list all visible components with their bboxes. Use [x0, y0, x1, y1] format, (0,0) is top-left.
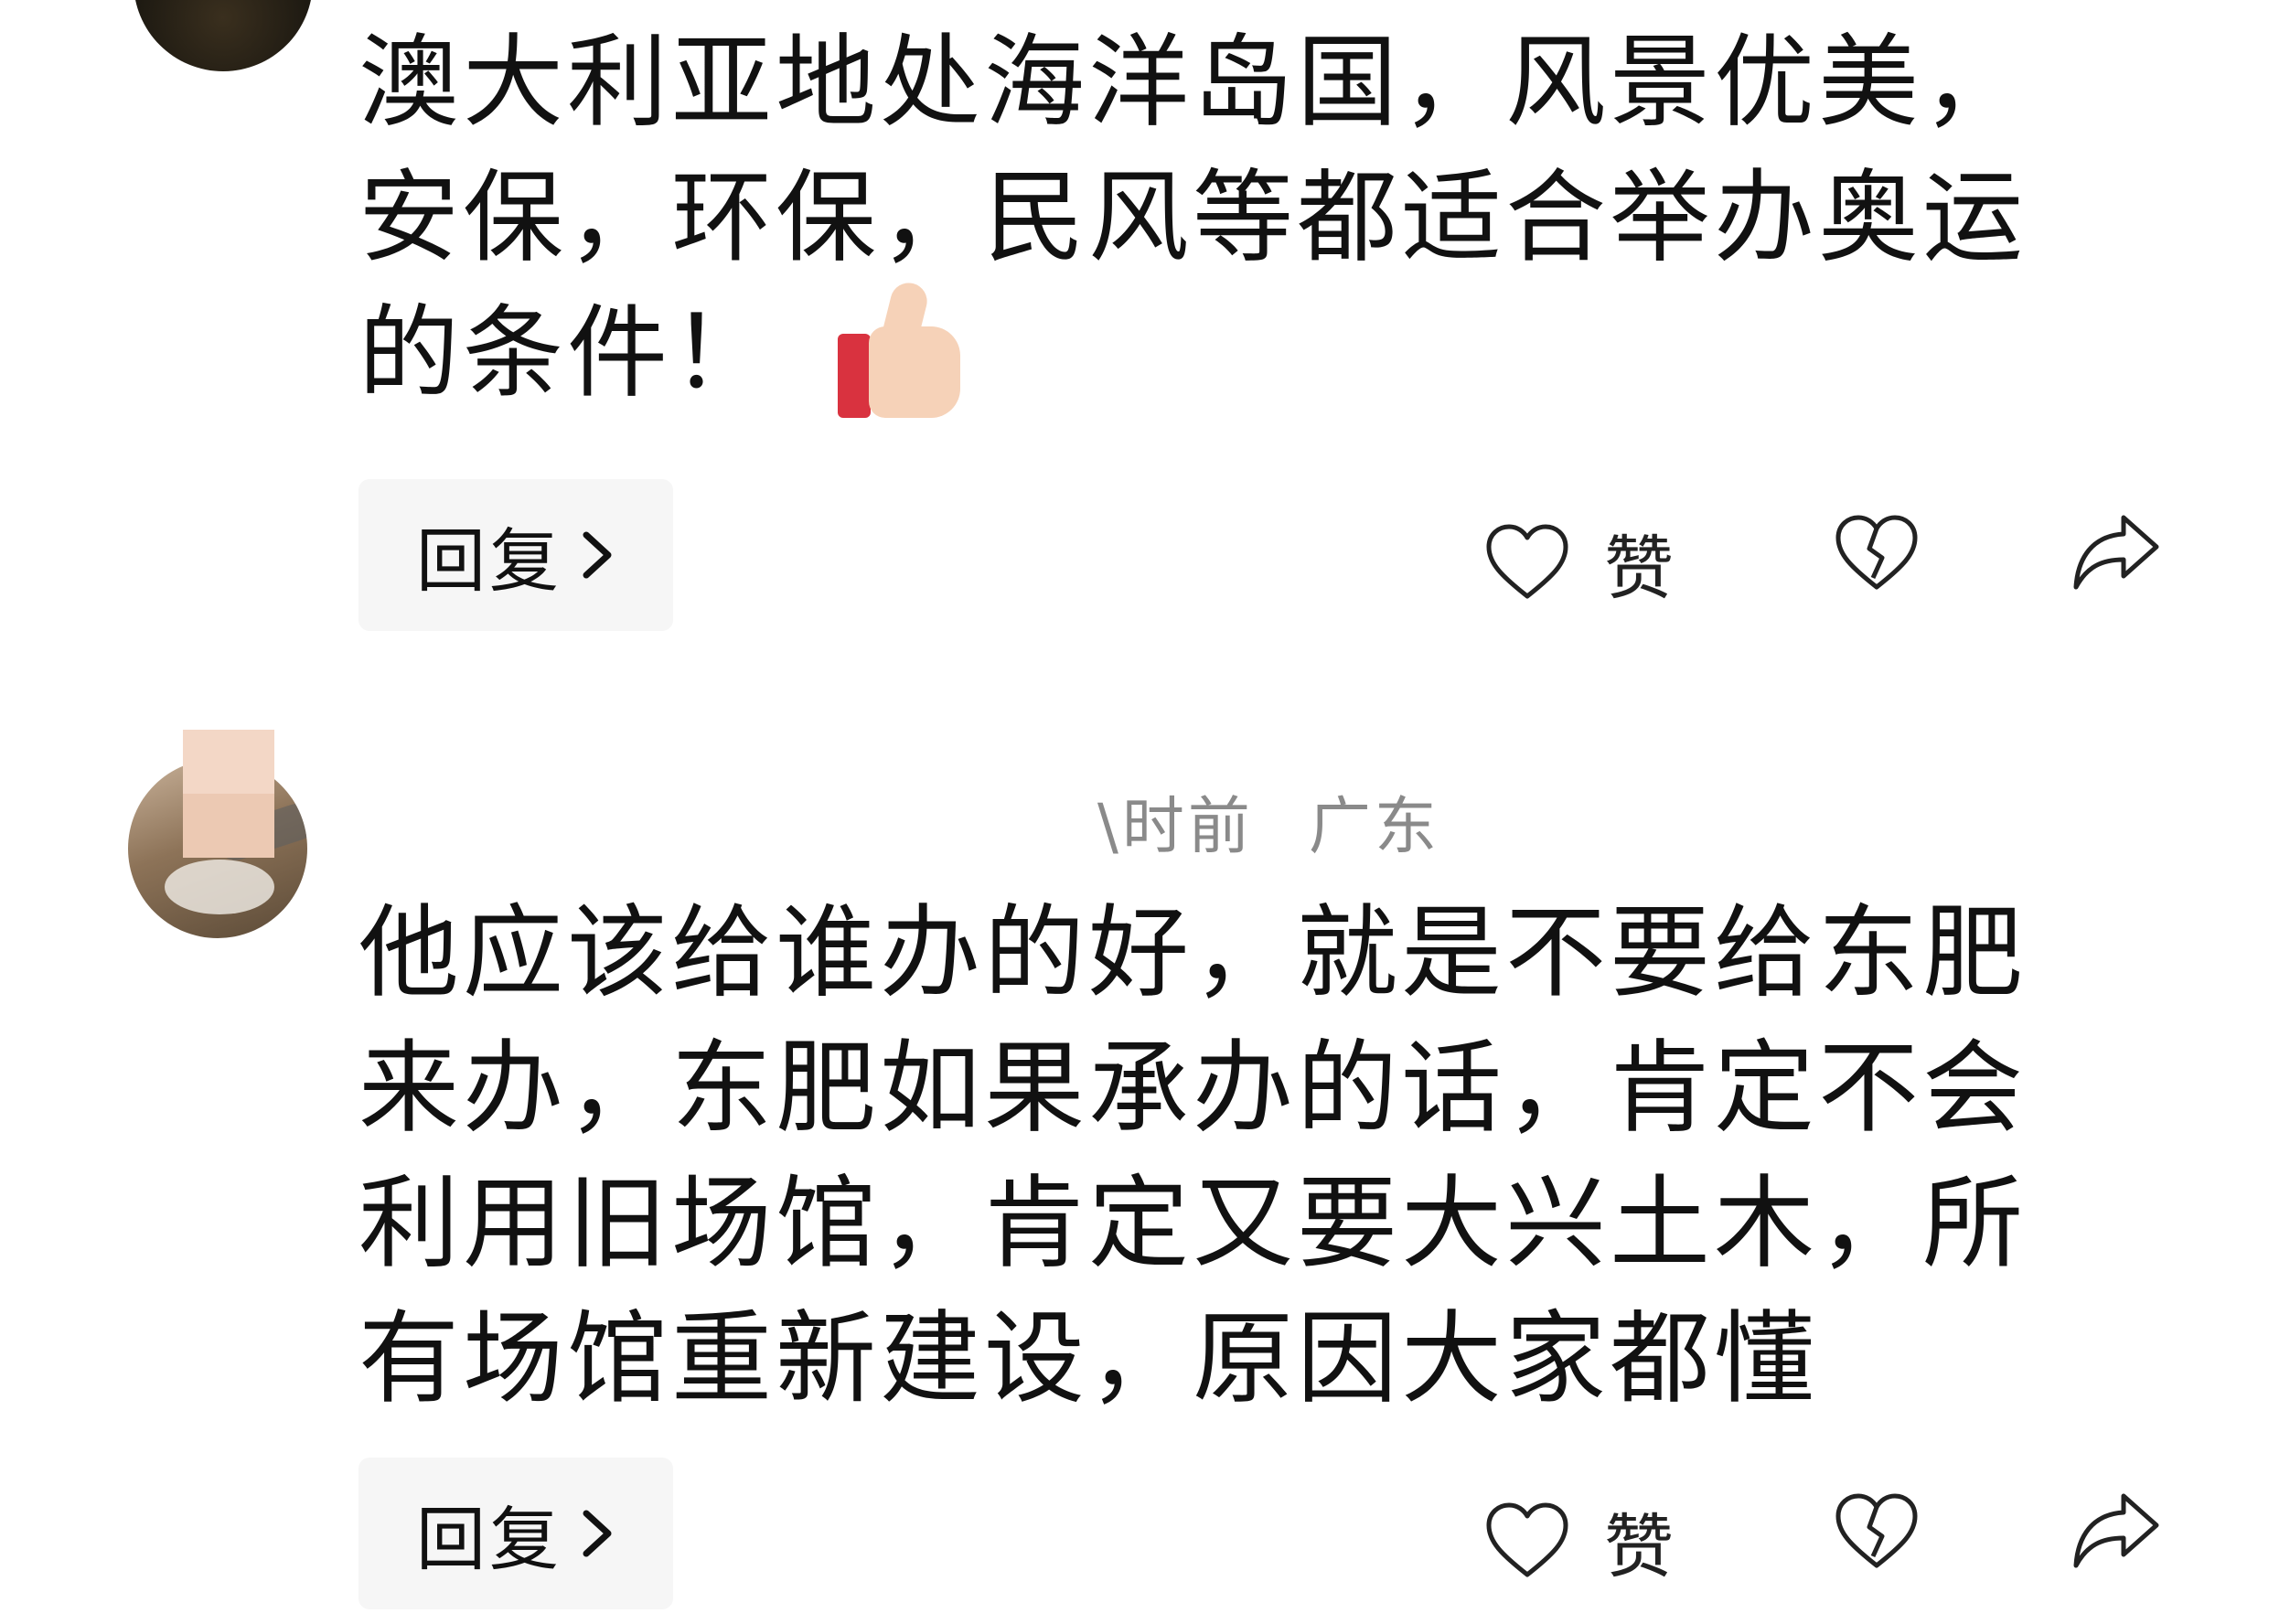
comment-text: 他应该给谁办的好，就是不要给东肥来办，东肥如果承办的话，肯定不会利用旧场馆，肯定… — [358, 885, 2096, 1426]
like-button[interactable]: 赞 — [1483, 1490, 1675, 1591]
reply-label: 回复 — [416, 1499, 562, 1580]
like-button[interactable]: 赞 — [1483, 512, 1675, 613]
like-label: 赞 — [1604, 528, 1675, 609]
share-arrow-icon — [2069, 1487, 2164, 1575]
comment-meta: \时前 广东 — [1097, 775, 1440, 866]
avatar-detail — [165, 860, 274, 914]
reply-label: 回复 — [416, 520, 562, 602]
chevron-right-icon — [579, 528, 615, 582]
broken-heart-icon — [1833, 512, 1921, 594]
avatar[interactable] — [134, 0, 313, 71]
avatar-detail — [212, 798, 307, 866]
share-button[interactable] — [2069, 1487, 2164, 1575]
like-label: 赞 — [1604, 1506, 1675, 1587]
avatar[interactable] — [128, 759, 307, 938]
dislike-button[interactable] — [1833, 512, 1921, 594]
comment-text: 澳大利亚地处海洋岛国，风景优美，安保，环保，民风等都适合举办奥运的条件！ — [358, 15, 2096, 429]
comment-body: 澳大利亚地处海洋岛国，风景优美，安保，环保，民风等都适合举办奥运的条件！ — [358, 24, 2027, 411]
comment-1: 澳大利亚地处海洋岛国，风景优美，安保，环保，民风等都适合举办奥运的条件！ 回复 … — [0, 0, 2290, 658]
share-arrow-icon — [2069, 508, 2164, 596]
chevron-right-icon — [579, 1506, 615, 1561]
heart-outline-icon — [1483, 521, 1571, 604]
reply-button[interactable]: 回复 — [358, 1458, 673, 1609]
reply-button[interactable]: 回复 — [358, 479, 673, 631]
thumbs-up-icon — [830, 278, 968, 420]
broken-heart-icon — [1833, 1490, 1921, 1573]
dislike-button[interactable] — [1833, 1490, 1921, 1573]
comment-location: 广东 — [1308, 791, 1440, 863]
heart-outline-icon — [1483, 1500, 1571, 1582]
share-button[interactable] — [2069, 508, 2164, 596]
comment-body: 他应该给谁办的好，就是不要给东肥来办，东肥如果承办的话，肯定不会利用旧场馆，肯定… — [358, 894, 2027, 1417]
comment-time: \时前 — [1097, 791, 1254, 863]
